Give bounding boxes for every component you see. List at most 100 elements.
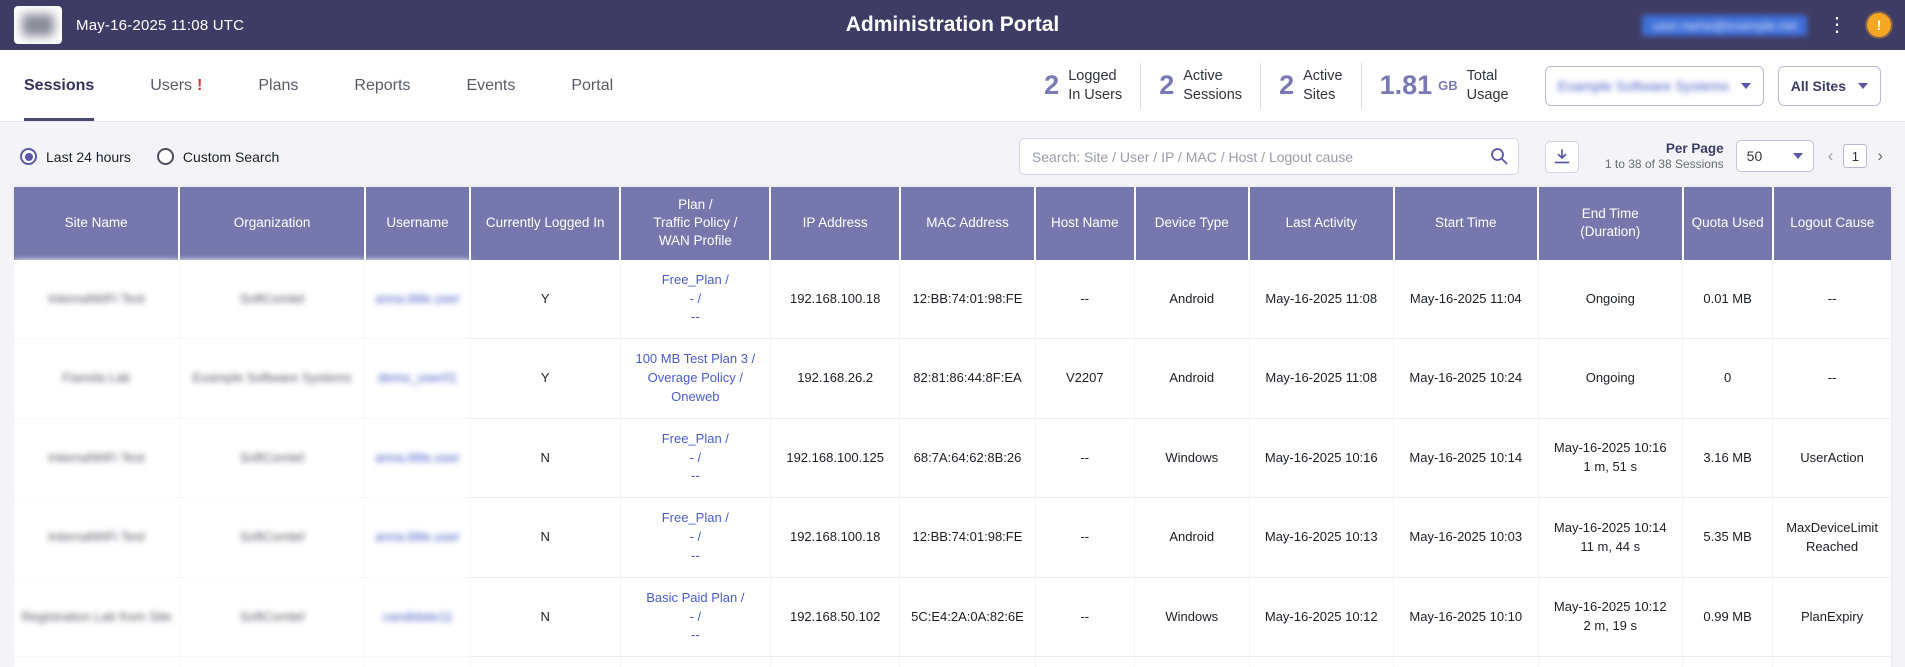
tab-portal-label: Portal <box>571 77 613 95</box>
stat-value: 2 <box>1159 70 1174 101</box>
chevron-down-icon <box>1793 153 1803 159</box>
cell-organization: SoftComtel <box>179 498 365 578</box>
cell-username-link[interactable]: anna.little.user <box>365 657 470 667</box>
cell-end-time: May-16-2025 10:14 11 m, 44 s <box>1538 498 1683 578</box>
cell-ip-address: 192.168.100.18 <box>770 657 900 667</box>
download-button[interactable] <box>1545 141 1579 173</box>
table-row: InternalWiFi TestSoftComtelanna.little.u… <box>14 498 1891 578</box>
cell-site-name: InternalWiFi Test <box>14 498 179 578</box>
search-icon[interactable] <box>1489 146 1509 171</box>
cell-ip-address: 192.168.100.18 <box>770 260 900 339</box>
account-dropdown[interactable]: Example Software Systems <box>1545 66 1764 106</box>
cell-quota-used: 0 <box>1683 339 1773 419</box>
radio-last-24-hours[interactable]: Last 24 hours <box>20 148 131 165</box>
cell-start-time: May-16-2025 09:54 <box>1394 657 1539 667</box>
current-page-button[interactable]: 1 <box>1843 144 1867 168</box>
user-email[interactable]: user.name@example.net <box>1642 15 1807 36</box>
filter-row: Last 24 hours Custom Search Per Page 1 t… <box>0 122 1905 187</box>
stat-value: 2 <box>1044 70 1059 101</box>
cell-username-link[interactable]: candidate11 <box>365 577 470 657</box>
radio-selected-icon <box>20 148 37 165</box>
cell-last-activity: May-16-2025 10:00 <box>1249 657 1394 667</box>
column-header-12: Quota Used <box>1683 187 1773 260</box>
stat-value: 2 <box>1279 70 1294 101</box>
cell-quota-used: 5.35 MB <box>1683 498 1773 578</box>
cell-device-type: Android <box>1135 260 1249 339</box>
tab-sessions[interactable]: Sessions <box>24 50 94 121</box>
sites-dropdown[interactable]: All Sites <box>1778 66 1881 106</box>
cell-username-link[interactable]: anna.little.user <box>365 418 470 498</box>
cell-quota-used: 3.16 MB <box>1683 418 1773 498</box>
topbar-right-group: user.name@example.net ⋮ ! <box>1642 13 1891 37</box>
tab-plans-label: Plans <box>258 77 298 95</box>
column-header-8: Device Type <box>1135 187 1249 260</box>
tab-reports[interactable]: Reports <box>354 50 410 121</box>
sessions-table: Site NameOrganizationUsernameCurrently L… <box>14 187 1891 667</box>
cell-ip-address: 192.168.50.102 <box>770 577 900 657</box>
cell-plan-link[interactable]: 100 MB Test Plan 3 / Overage Policy / On… <box>620 339 770 419</box>
cell-mac-address: 12:BB:74:01:98:FE <box>900 657 1035 667</box>
cell-username-link[interactable]: anna.little.user <box>365 498 470 578</box>
cell-last-activity: May-16-2025 11:08 <box>1249 339 1394 419</box>
radio-last-24-hours-label: Last 24 hours <box>46 149 131 165</box>
cell-ip-address: 192.168.26.2 <box>770 339 900 419</box>
cell-end-time: Ongoing <box>1538 339 1683 419</box>
cell-start-time: May-16-2025 10:03 <box>1394 498 1539 578</box>
cell-plan-link[interactable]: Free_Plan / - / -- <box>620 418 770 498</box>
tab-portal[interactable]: Portal <box>571 50 613 121</box>
kebab-menu-icon[interactable]: ⋮ <box>1823 15 1851 35</box>
cell-device-type: Android <box>1135 657 1249 667</box>
cell-currently-logged-in: N <box>470 657 620 667</box>
column-header-2: Username <box>365 187 470 260</box>
cell-device-type: Windows <box>1135 577 1249 657</box>
cell-end-time: May-16-2025 10:16 1 m, 51 s <box>1538 418 1683 498</box>
tab-sessions-label: Sessions <box>24 77 94 95</box>
stat-active-sessions: 2 Active Sessions <box>1140 63 1260 109</box>
tab-users[interactable]: Users! <box>150 50 202 121</box>
tab-plans[interactable]: Plans <box>258 50 298 121</box>
tab-events-label: Events <box>466 77 515 95</box>
search-input[interactable] <box>1019 138 1519 175</box>
per-page-texts: Per Page 1 to 38 of 38 Sessions <box>1605 140 1724 173</box>
search-box <box>1019 138 1519 175</box>
column-header-7: Host Name <box>1035 187 1134 260</box>
download-icon <box>1553 148 1571 166</box>
per-page-value: 50 <box>1747 148 1763 164</box>
cell-plan-link[interactable]: Basic Paid Plan / - / -- <box>620 577 770 657</box>
cell-plan-link[interactable]: Free_Plan / - / -- <box>620 260 770 339</box>
cell-start-time: May-16-2025 10:14 <box>1394 418 1539 498</box>
cell-logout-cause: -- <box>1773 260 1891 339</box>
cell-username-link[interactable]: demo_user01 <box>365 339 470 419</box>
cell-username-link[interactable]: anna.little.user <box>365 260 470 339</box>
tab-events[interactable]: Events <box>466 50 515 121</box>
column-header-10: Start Time <box>1394 187 1539 260</box>
current-datetime: May-16-2025 11:08 UTC <box>76 17 244 34</box>
per-page-select[interactable]: 50 <box>1736 140 1814 172</box>
cell-last-activity: May-16-2025 10:12 <box>1249 577 1394 657</box>
cell-plan-link[interactable]: Free_Plan / - / -- <box>620 498 770 578</box>
cell-device-type: Android <box>1135 339 1249 419</box>
tab-reports-label: Reports <box>354 77 410 95</box>
radio-unselected-icon <box>157 148 174 165</box>
cell-plan-link[interactable]: Free_Plan / - / -- <box>620 657 770 667</box>
column-header-3: Currently Logged In <box>470 187 620 260</box>
table-row: Fianola LabExample Software Systemsdemo_… <box>14 339 1891 419</box>
cell-mac-address: 68:7A:64:62:8B:26 <box>900 418 1035 498</box>
cell-site-name: InternalWiFi Test <box>14 657 179 667</box>
cell-organization: Example Software Systems <box>179 339 365 419</box>
radio-custom-search[interactable]: Custom Search <box>157 148 279 165</box>
cell-last-activity: May-16-2025 11:08 <box>1249 260 1394 339</box>
cell-mac-address: 12:BB:74:01:98:FE <box>900 260 1035 339</box>
alert-icon[interactable]: ! <box>1867 13 1891 37</box>
cell-logout-cause: UserAction <box>1773 657 1891 667</box>
stat-total-usage: 1.81 GB Total Usage <box>1361 63 1527 109</box>
cell-organization: SoftComtel <box>179 577 365 657</box>
prev-page-button[interactable]: ‹ <box>1826 146 1836 166</box>
pagination: ‹ 1 › <box>1826 144 1885 168</box>
page-title: Administration Portal <box>846 13 1060 37</box>
next-page-button[interactable]: › <box>1875 146 1885 166</box>
stat-label: Active Sites <box>1303 67 1343 103</box>
cell-currently-logged-in: N <box>470 498 620 578</box>
radio-custom-search-label: Custom Search <box>183 149 279 165</box>
time-filter-radios: Last 24 hours Custom Search <box>20 148 279 165</box>
